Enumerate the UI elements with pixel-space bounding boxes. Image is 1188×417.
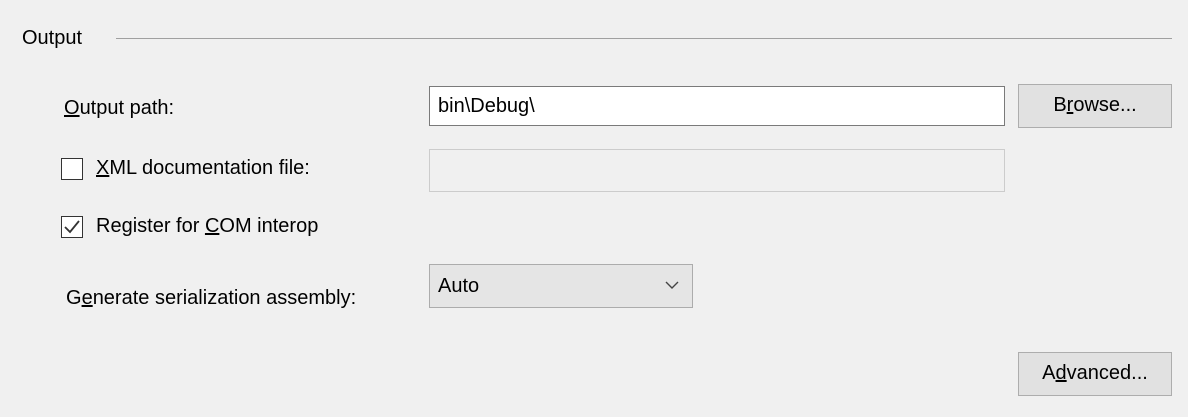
advanced-button[interactable]: Advanced... bbox=[1018, 352, 1172, 396]
serialization-dropdown[interactable]: Auto bbox=[429, 264, 693, 308]
xml-doc-label-mnemonic: X bbox=[96, 157, 110, 179]
group-title: Output bbox=[22, 27, 83, 49]
xml-doc-label: XML documentation file: bbox=[96, 156, 310, 180]
output-path-label: Output path: bbox=[64, 96, 174, 120]
browse-label-start: B bbox=[1053, 94, 1067, 116]
serialization-label-mnemonic: e bbox=[81, 287, 93, 309]
output-path-input[interactable]: bin\Debug\ bbox=[429, 86, 1005, 126]
group-divider bbox=[116, 38, 1172, 39]
com-interop-checkbox[interactable] bbox=[61, 216, 83, 238]
com-interop-label-start: Register for bbox=[96, 215, 205, 237]
output-path-label-mnemonic: O bbox=[64, 97, 80, 119]
serialization-label-start: G bbox=[66, 287, 82, 309]
browse-label-rest: owse... bbox=[1073, 94, 1137, 116]
xml-doc-input[interactable] bbox=[429, 149, 1005, 192]
xml-doc-label-text: ML documentation file: bbox=[109, 157, 310, 179]
chevron-down-icon bbox=[665, 281, 679, 289]
serialization-label: Generate serialization assembly: bbox=[66, 286, 356, 310]
serialization-selected-value: Auto bbox=[438, 275, 480, 297]
check-icon bbox=[64, 220, 80, 234]
advanced-label-rest: vanced... bbox=[1066, 362, 1148, 384]
advanced-label-mnemonic: d bbox=[1055, 362, 1067, 384]
xml-doc-checkbox[interactable] bbox=[61, 158, 83, 180]
com-interop-label-mnemonic: C bbox=[204, 215, 220, 237]
com-interop-label-rest: OM interop bbox=[219, 215, 319, 237]
serialization-label-rest: nerate serialization assembly: bbox=[92, 287, 357, 309]
output-path-value: bin\Debug\ bbox=[438, 95, 535, 117]
advanced-label-start: A bbox=[1042, 362, 1056, 384]
output-path-label-text: utput path: bbox=[79, 97, 175, 119]
browse-button[interactable]: Browse... bbox=[1018, 84, 1172, 128]
com-interop-label: Register for COM interop bbox=[96, 214, 318, 238]
